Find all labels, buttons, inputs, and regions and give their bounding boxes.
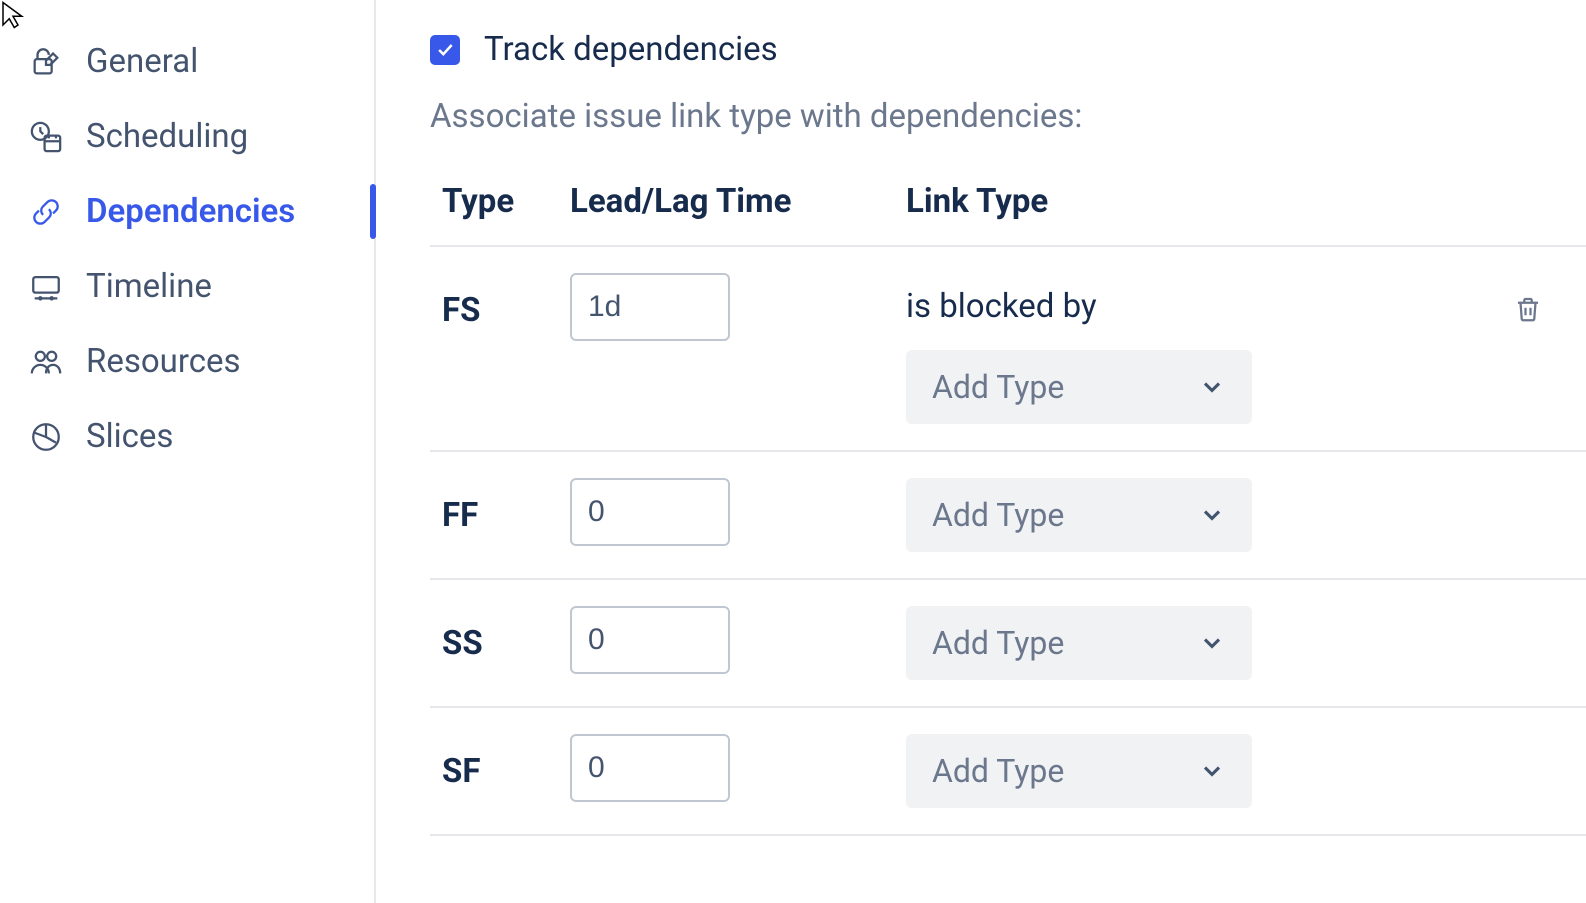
chevron-down-icon (1198, 629, 1226, 657)
add-type-placeholder: Add Type (932, 624, 1064, 662)
track-dependencies-label: Track dependencies (484, 30, 778, 69)
sidebar-item-label: Slices (86, 417, 173, 456)
sidebar-item-dependencies[interactable]: Dependencies (0, 174, 374, 249)
link-icon (28, 194, 64, 230)
linktype-value: is blocked by (906, 273, 1097, 336)
leadlag-input[interactable] (570, 606, 730, 674)
table-row: FS is blocked by Add Type (430, 247, 1586, 452)
sidebar-item-label: Dependencies (86, 192, 295, 231)
leadlag-input[interactable] (570, 478, 730, 546)
dependencies-panel: Track dependencies Associate issue link … (376, 0, 1586, 903)
sidebar-item-label: General (86, 42, 198, 81)
dependencies-subtitle: Associate issue link type with dependenc… (430, 97, 1586, 136)
sidebar-item-label: Resources (86, 342, 241, 381)
delete-linktype-button[interactable] (1510, 291, 1546, 327)
sidebar-item-scheduling[interactable]: Scheduling (0, 99, 374, 174)
sidebar-item-resources[interactable]: Resources (0, 324, 374, 399)
leadlag-input[interactable] (570, 273, 730, 341)
table-row: SS Add Type (430, 580, 1586, 708)
add-type-select[interactable]: Add Type (906, 350, 1252, 424)
chevron-down-icon (1198, 373, 1226, 401)
dependency-type-label: SS (442, 606, 570, 663)
people-icon (28, 344, 64, 380)
dependency-type-label: SF (442, 734, 570, 791)
chevron-down-icon (1198, 501, 1226, 529)
add-type-placeholder: Add Type (932, 368, 1064, 406)
sidebar-item-timeline[interactable]: Timeline (0, 249, 374, 324)
chevron-down-icon (1198, 757, 1226, 785)
track-dependencies-row: Track dependencies (430, 30, 1586, 69)
clock-calendar-icon (28, 119, 64, 155)
add-type-placeholder: Add Type (932, 496, 1064, 534)
table-row: FF Add Type (430, 452, 1586, 580)
timeline-icon (28, 269, 64, 305)
column-header-linktype: Link Type (906, 182, 1510, 221)
sidebar-item-general[interactable]: General (0, 24, 374, 99)
lock-pencil-icon (28, 44, 64, 80)
table-header: Type Lead/Lag Time Link Type (430, 182, 1586, 247)
pie-icon (28, 419, 64, 455)
dependencies-table: Type Lead/Lag Time Link Type FS is block… (430, 182, 1586, 836)
settings-sidebar: General Scheduling Dependencies Timeline… (0, 0, 376, 903)
add-type-select[interactable]: Add Type (906, 734, 1252, 808)
sidebar-item-slices[interactable]: Slices (0, 399, 374, 474)
add-type-select[interactable]: Add Type (906, 478, 1252, 552)
column-header-leadlag: Lead/Lag Time (570, 182, 906, 221)
dependency-type-label: FS (442, 273, 570, 330)
add-type-placeholder: Add Type (932, 752, 1064, 790)
sidebar-item-label: Timeline (86, 267, 212, 306)
track-dependencies-checkbox[interactable] (430, 35, 460, 65)
leadlag-input[interactable] (570, 734, 730, 802)
dependency-type-label: FF (442, 478, 570, 535)
add-type-select[interactable]: Add Type (906, 606, 1252, 680)
column-header-type: Type (442, 182, 570, 221)
sidebar-item-label: Scheduling (86, 117, 248, 156)
table-row: SF Add Type (430, 708, 1586, 836)
